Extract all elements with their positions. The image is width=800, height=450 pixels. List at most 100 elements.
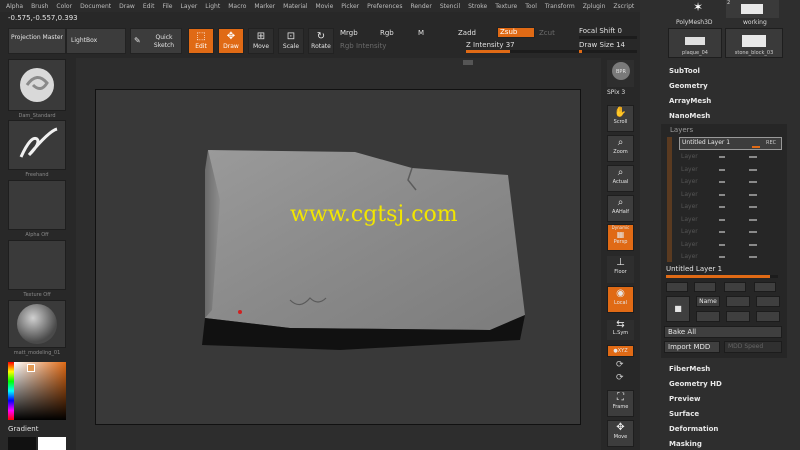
layer-visibility-dot[interactable] bbox=[719, 243, 725, 246]
menu-item-marker[interactable]: Marker bbox=[254, 3, 275, 10]
rgb-intensity-slider[interactable]: Rgb Intensity bbox=[340, 42, 386, 50]
zoom-button[interactable]: ⌕ Zoom bbox=[607, 135, 634, 162]
alpha-selector[interactable]: Alpha Off bbox=[8, 180, 66, 238]
floor-button[interactable]: ⊥ Floor bbox=[607, 256, 634, 283]
rotate-button[interactable]: ↻ Rotate bbox=[308, 28, 334, 54]
menu-item-alpha[interactable]: Alpha bbox=[6, 3, 23, 10]
layer-paste-button[interactable] bbox=[756, 296, 780, 307]
layer-row[interactable]: Layer bbox=[679, 203, 781, 212]
layer-row[interactable]: Layer bbox=[679, 166, 781, 175]
gradient-label[interactable]: Gradient bbox=[8, 425, 38, 433]
z-intensity-slider[interactable] bbox=[466, 50, 586, 53]
layer-split-button[interactable] bbox=[726, 311, 750, 322]
scale-button[interactable]: ⊡ Scale bbox=[278, 28, 304, 54]
main-color-swatch[interactable] bbox=[38, 437, 66, 450]
layers-title[interactable]: Layers bbox=[670, 126, 693, 134]
quick-sketch-button[interactable]: ✎ Quick Sketch bbox=[130, 28, 182, 54]
stone-block-thumb[interactable]: stone_block_03 bbox=[725, 28, 783, 58]
menu-item-draw[interactable]: Draw bbox=[119, 3, 135, 10]
stone-block-mesh[interactable] bbox=[190, 140, 530, 350]
menu-item-zplugin[interactable]: Zplugin bbox=[583, 3, 606, 10]
brush-selector[interactable]: Dam_Standard bbox=[8, 59, 66, 119]
layer-row[interactable]: Layer bbox=[679, 153, 781, 162]
plaque-thumb[interactable]: plaque_04 bbox=[668, 28, 722, 58]
scroll-button[interactable]: ✋ Scroll bbox=[607, 105, 634, 132]
menu-item-zscript[interactable]: Zscript bbox=[613, 3, 634, 10]
layers-scrollbar[interactable] bbox=[667, 137, 672, 262]
color-picker[interactable] bbox=[8, 362, 66, 420]
layer-row[interactable]: Layer bbox=[679, 253, 781, 262]
masking-menu[interactable]: Masking bbox=[665, 437, 783, 450]
bpr-button[interactable]: BPR bbox=[607, 60, 634, 87]
menu-item-material[interactable]: Material bbox=[283, 3, 307, 10]
move-view-button[interactable]: ✥ Move bbox=[607, 420, 634, 447]
projection-master-button[interactable]: Projection Master bbox=[8, 28, 66, 54]
edit-button[interactable]: ⬚ Edit bbox=[188, 28, 214, 54]
layer-strength-tick[interactable] bbox=[749, 181, 757, 183]
menu-item-stroke[interactable]: Stroke bbox=[468, 3, 487, 10]
mdd-speed-slider[interactable]: MDD Speed bbox=[724, 341, 782, 353]
menu-item-edit[interactable]: Edit bbox=[143, 3, 155, 10]
layer-strength-tick[interactable] bbox=[749, 156, 757, 158]
nanomesh-menu[interactable]: NanoMesh bbox=[665, 109, 783, 123]
layer-rename-button[interactable]: Name bbox=[696, 296, 720, 307]
polymesh3d-star-icon[interactable]: ✶ bbox=[675, 0, 721, 20]
layer-strength-tick[interactable] bbox=[749, 168, 757, 171]
move-button[interactable]: ⊞ Move bbox=[248, 28, 274, 54]
focal-shift-slider[interactable] bbox=[579, 36, 637, 39]
texture-selector[interactable]: Texture Off bbox=[8, 240, 66, 298]
menu-item-movie[interactable]: Movie bbox=[316, 3, 334, 10]
secondary-color-swatch[interactable] bbox=[8, 437, 36, 450]
layer-merge-button[interactable] bbox=[696, 311, 720, 322]
deformation-menu[interactable]: Deformation bbox=[665, 422, 783, 436]
menu-item-tool[interactable]: Tool bbox=[525, 3, 537, 10]
layer-row[interactable]: Layer bbox=[679, 216, 781, 225]
bake-all-button[interactable]: Bake All bbox=[664, 326, 782, 338]
layer-visibility-dot[interactable] bbox=[719, 256, 725, 258]
zsub-button[interactable]: Zsub bbox=[497, 27, 535, 38]
menu-item-stencil[interactable]: Stencil bbox=[440, 3, 460, 10]
layer-visibility-dot[interactable] bbox=[719, 181, 725, 183]
menu-item-macro[interactable]: Macro bbox=[228, 3, 246, 10]
layer-down-button[interactable] bbox=[724, 282, 746, 292]
aahalf-button[interactable]: ⌕ AAHalf bbox=[607, 195, 634, 222]
menu-item-document[interactable]: Document bbox=[80, 3, 111, 10]
layer-row[interactable]: Layer bbox=[679, 191, 781, 200]
menu-item-file[interactable]: File bbox=[162, 3, 172, 10]
active-layer-row[interactable]: Untitled Layer 1 REC bbox=[679, 137, 782, 150]
xyz-button[interactable]: ●XYZ bbox=[607, 345, 634, 357]
material-selector[interactable]: matt_modeling_01 bbox=[8, 300, 66, 356]
zadd-button[interactable]: Zadd bbox=[458, 29, 476, 37]
lightbox-button[interactable]: LightBox bbox=[66, 28, 126, 54]
layer-strength-tick[interactable] bbox=[749, 243, 757, 246]
rotate-y-icon[interactable]: ⟳ bbox=[616, 360, 624, 370]
preview-menu[interactable]: Preview bbox=[665, 392, 783, 406]
local-button[interactable]: ◉ Local bbox=[607, 286, 634, 313]
m-button[interactable]: M bbox=[418, 29, 424, 37]
layer-row[interactable]: Layer bbox=[679, 178, 781, 187]
saturation-value-square[interactable] bbox=[14, 362, 66, 420]
layer-visibility-dot[interactable] bbox=[719, 193, 725, 196]
menu-item-color[interactable]: Color bbox=[56, 3, 72, 10]
arraymesh-menu[interactable]: ArrayMesh bbox=[665, 94, 783, 108]
working-thumb[interactable] bbox=[726, 0, 779, 18]
layer-visibility-dot[interactable] bbox=[719, 218, 725, 221]
menu-item-layer[interactable]: Layer bbox=[181, 3, 198, 10]
draw-size-slider[interactable] bbox=[579, 50, 637, 53]
fibermesh-menu[interactable]: FiberMesh bbox=[665, 362, 783, 376]
layer-intensity-slider[interactable] bbox=[666, 275, 778, 278]
menu-item-texture[interactable]: Texture bbox=[495, 3, 517, 10]
layer-copy-button[interactable] bbox=[726, 296, 750, 307]
zcut-button[interactable]: Zcut bbox=[539, 29, 555, 37]
layer-strength-tick[interactable] bbox=[749, 193, 757, 196]
layer-row[interactable]: Layer bbox=[679, 228, 781, 237]
menu-item-picker[interactable]: Picker bbox=[341, 3, 359, 10]
surface-menu[interactable]: Surface bbox=[665, 407, 783, 421]
mrgb-button[interactable]: Mrgb bbox=[340, 29, 358, 37]
import-mdd-button[interactable]: Import MDD bbox=[664, 341, 720, 353]
layer-visibility-dot[interactable] bbox=[719, 231, 725, 233]
layer-mode-button[interactable]: ■ bbox=[666, 296, 690, 322]
spix-slider[interactable]: SPix 3 bbox=[607, 89, 625, 96]
layer-visibility-dot[interactable] bbox=[719, 168, 725, 171]
layer-strength-tick[interactable] bbox=[749, 218, 757, 221]
